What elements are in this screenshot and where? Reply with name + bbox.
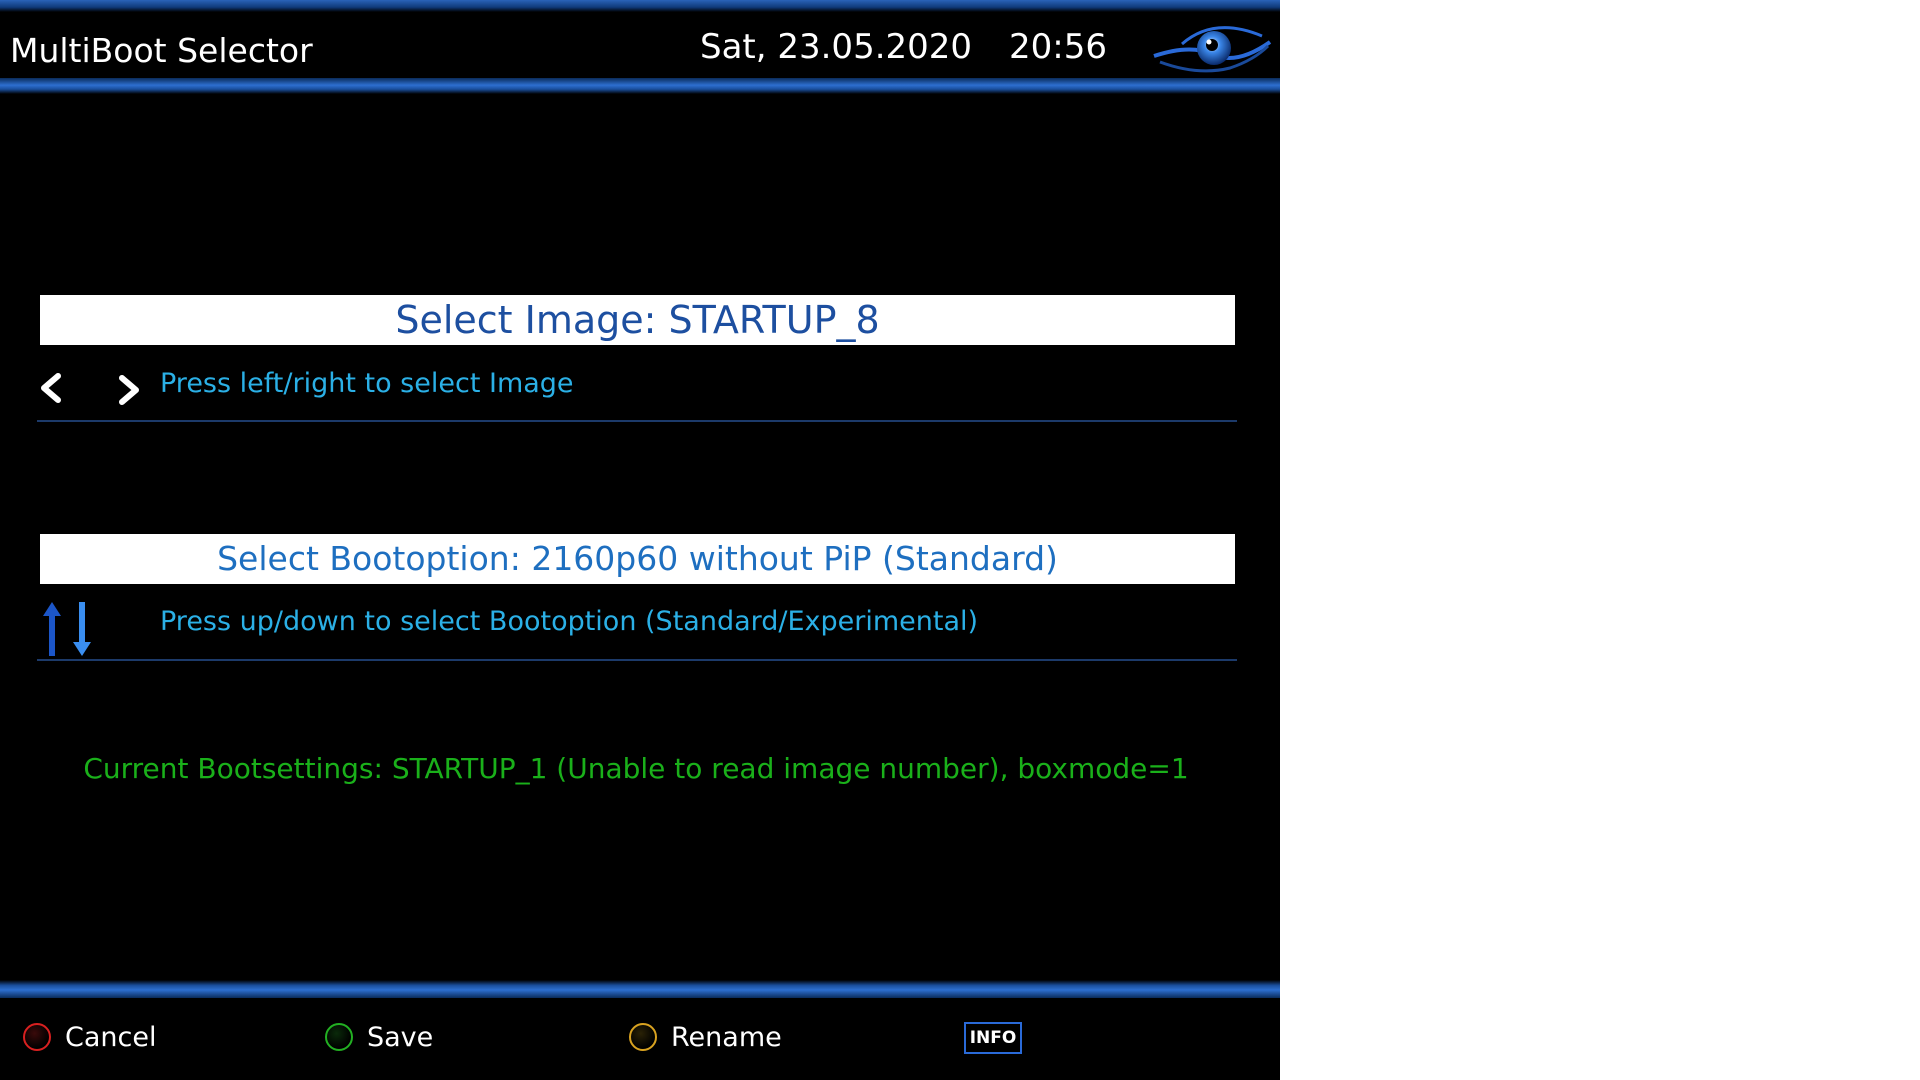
footer-bar bbox=[0, 980, 1280, 998]
red-button-icon bbox=[23, 1023, 51, 1051]
rename-button[interactable]: Rename bbox=[629, 1017, 782, 1057]
time-display: 20:56 bbox=[1009, 27, 1107, 67]
chevron-left-icon[interactable] bbox=[32, 368, 72, 408]
date-display: Sat, 23.05.2020 bbox=[700, 27, 973, 67]
save-button[interactable]: Save bbox=[325, 1017, 433, 1057]
bootoption-hint: Press up/down to select Bootoption (Stan… bbox=[160, 606, 979, 637]
yellow-button-icon bbox=[629, 1023, 657, 1051]
cancel-label: Cancel bbox=[65, 1021, 157, 1053]
up-down-arrows-icon[interactable] bbox=[40, 600, 95, 658]
info-button[interactable]: INFO bbox=[964, 1022, 1022, 1054]
tv-screen: MultiBoot Selector Sat, 23.05.2020 20:56… bbox=[0, 0, 1280, 1080]
divider bbox=[37, 420, 1237, 422]
bootoption-selector[interactable]: Select Bootoption: 2160p60 without PiP (… bbox=[40, 534, 1235, 584]
image-selector[interactable]: Select Image: STARTUP_8 bbox=[40, 295, 1235, 345]
green-button-icon bbox=[325, 1023, 353, 1051]
top-border bbox=[0, 0, 1280, 12]
save-label: Save bbox=[367, 1021, 434, 1053]
current-bootsettings: Current Bootsettings: STARTUP_1 (Unable … bbox=[83, 752, 1189, 785]
eye-logo-icon bbox=[1153, 26, 1272, 73]
cancel-button[interactable]: Cancel bbox=[23, 1017, 156, 1057]
app-title: MultiBoot Selector bbox=[10, 31, 313, 70]
header-bar bbox=[0, 78, 1280, 94]
divider bbox=[37, 659, 1237, 661]
chevron-right-icon[interactable] bbox=[108, 370, 148, 410]
rename-label: Rename bbox=[671, 1021, 782, 1053]
image-select-hint: Press left/right to select Image bbox=[160, 368, 574, 399]
